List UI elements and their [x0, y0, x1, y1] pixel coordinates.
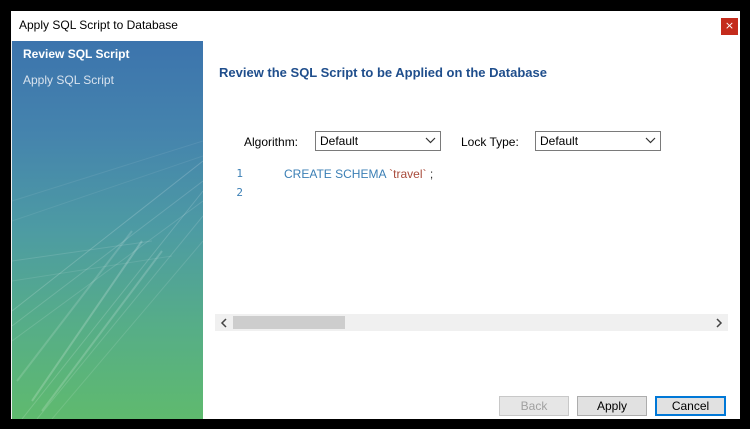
chevron-left-icon[interactable] — [218, 317, 230, 329]
line-number: 2 — [236, 186, 243, 199]
horizontal-scrollbar[interactable] — [215, 314, 728, 331]
scrollbar-thumb[interactable] — [233, 316, 345, 329]
sql-keyword: CREATE SCHEMA — [284, 167, 386, 181]
chevron-right-icon[interactable] — [713, 317, 725, 329]
back-button[interactable]: Back — [499, 396, 569, 416]
sql-identifier: `travel` — [389, 167, 427, 181]
chevron-down-icon — [645, 137, 656, 144]
main-content: Review the SQL Script to be Applied on t… — [203, 41, 740, 419]
chevron-down-icon — [425, 137, 436, 144]
apply-button[interactable]: Apply — [577, 396, 647, 416]
wizard-sidebar: Review SQL Script Apply SQL Script — [12, 41, 203, 419]
algorithm-select[interactable]: Default — [315, 131, 441, 151]
apply-sql-dialog: Apply SQL Script to Database × Review SQ… — [11, 11, 740, 419]
line-number: 1 — [236, 167, 243, 180]
step-review-sql-script: Review SQL Script — [23, 47, 130, 61]
code-line: CREATE SCHEMA `travel` ; — [284, 167, 433, 181]
step-apply-sql-script: Apply SQL Script — [23, 73, 114, 87]
window-title: Apply SQL Script to Database — [19, 18, 178, 32]
sql-punctuation: ; — [429, 167, 434, 181]
algorithm-label: Algorithm: — [244, 135, 299, 149]
page-title: Review the SQL Script to be Applied on t… — [219, 65, 547, 80]
lock-type-value: Default — [540, 134, 579, 148]
lock-type-select[interactable]: Default — [535, 131, 661, 151]
title-bar: Apply SQL Script to Database × — [11, 11, 740, 41]
cancel-button[interactable]: Cancel — [655, 396, 726, 416]
close-button[interactable]: × — [721, 18, 738, 35]
close-icon: × — [724, 19, 735, 32]
sql-editor[interactable]: 1 CREATE SCHEMA `travel` ; 2 — [219, 163, 725, 313]
algorithm-value: Default — [320, 134, 359, 148]
sidebar-decoration — [12, 140, 203, 419]
lock-type-label: Lock Type: — [461, 135, 519, 149]
